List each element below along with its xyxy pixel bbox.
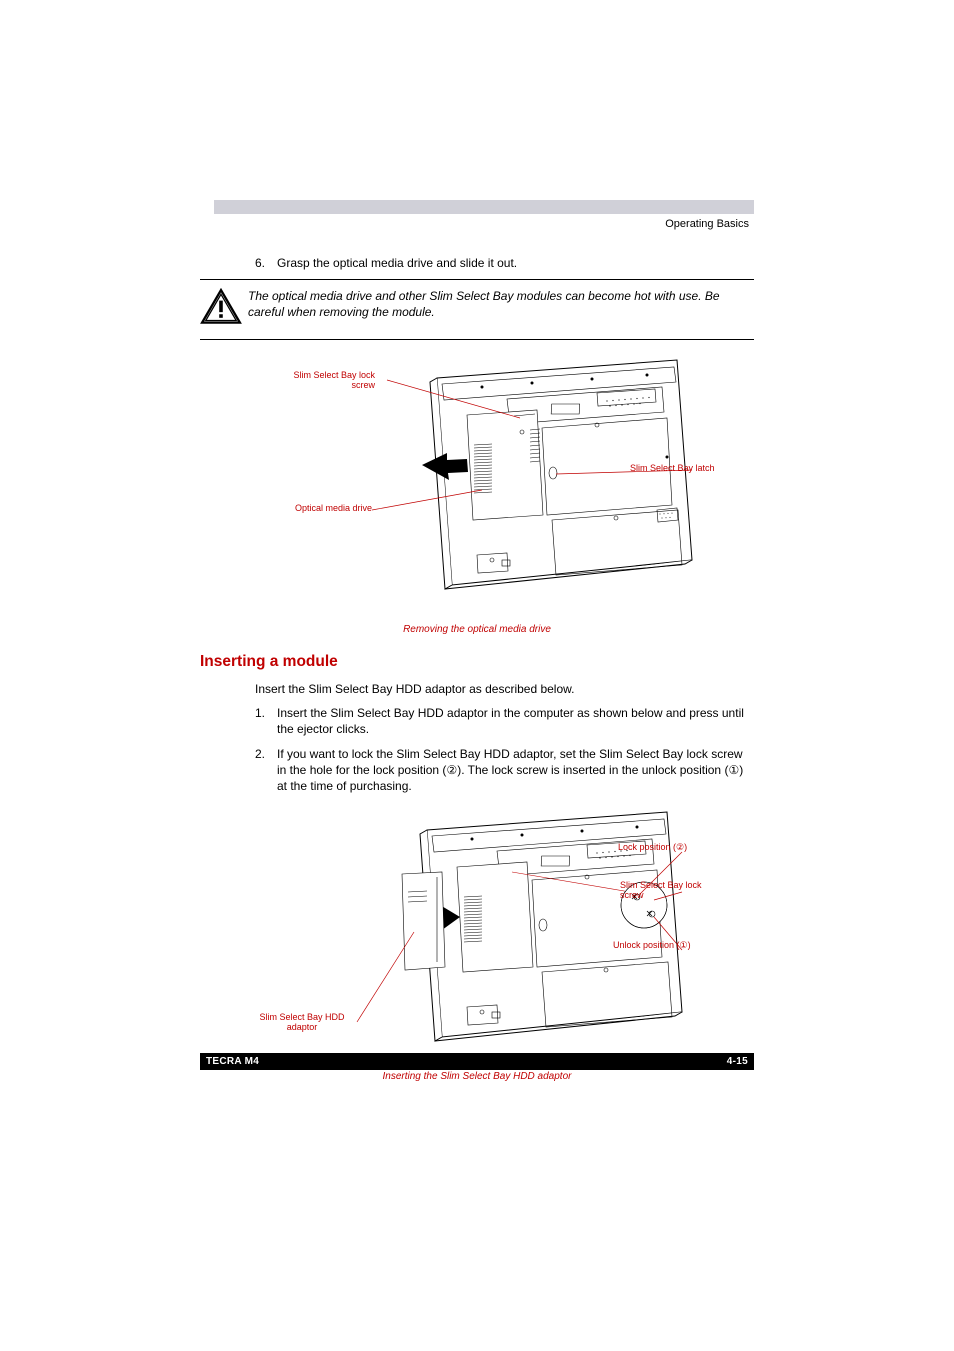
step-2-number: 2. <box>255 746 277 795</box>
header-section-label: Operating Basics <box>665 218 749 230</box>
figure1-label-lock-screw: Slim Select Bay lock screw <box>285 370 375 391</box>
figure1-label-drive: Optical media drive <box>277 503 372 513</box>
section-intro: Insert the Slim Select Bay HDD adaptor a… <box>255 681 754 697</box>
divider <box>200 339 754 340</box>
caution-icon <box>200 288 248 331</box>
circled-1-symbol: ① <box>728 763 739 777</box>
divider <box>200 279 754 280</box>
footer-bar: TECRA M4 4-15 <box>200 1053 754 1070</box>
step-6-text: Grasp the optical media drive and slide … <box>277 255 754 271</box>
figure-removing-drive: Slim Select Bay lock screw Slim Select B… <box>200 350 754 620</box>
figure2-label-lock-position: Lock position (②) <box>618 842 728 852</box>
figure2-caption: Inserting the Slim Select Bay HDD adapto… <box>200 1071 754 1082</box>
step-6-number: 6. <box>255 255 277 271</box>
circled-2-symbol: ② <box>446 763 457 777</box>
footer-model: TECRA M4 <box>206 1056 259 1067</box>
step-2: 2. If you want to lock the Slim Select B… <box>200 746 754 795</box>
figure1-caption: Removing the optical media drive <box>200 624 754 635</box>
step-6: 6. Grasp the optical media drive and sli… <box>200 255 754 271</box>
footer-page-number: 4-15 <box>727 1056 748 1067</box>
figure2-label-unlock-position: Unlock position (①) <box>613 940 728 950</box>
figure2-label-lock-screw: Slim Select Bay lock screw <box>620 880 710 901</box>
step-2-text-b: ). The lock screw is inserted in the unl… <box>457 763 728 777</box>
step-2-text: If you want to lock the Slim Select Bay … <box>277 746 754 795</box>
section-heading-inserting-module: Inserting a module <box>200 653 754 671</box>
caution-block: The optical media drive and other Slim S… <box>200 288 754 331</box>
step-1: 1. Insert the Slim Select Bay HDD adapto… <box>200 705 754 737</box>
figure2-label-adaptor: Slim Select Bay HDD adaptor <box>252 1012 352 1033</box>
figure1-label-latch: Slim Select Bay latch <box>630 463 740 473</box>
caution-text: The optical media drive and other Slim S… <box>248 288 754 331</box>
figure-inserting-adaptor: Lock position (②) Slim Select Bay lock s… <box>200 802 754 1067</box>
step-1-text: Insert the Slim Select Bay HDD adaptor i… <box>277 705 754 737</box>
header-bar <box>214 200 754 214</box>
step-1-number: 1. <box>255 705 277 737</box>
